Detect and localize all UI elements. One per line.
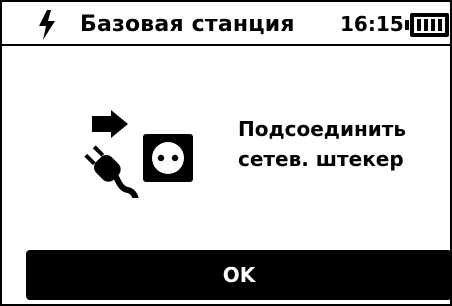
ok-button[interactable]: OK [26, 250, 450, 300]
lightning-bolt-icon [39, 10, 55, 40]
message-line-2: сетев. штекер [238, 147, 404, 171]
base-station-screen: Базовая станция 16:15 Подсоединить сетев… [0, 0, 452, 306]
message-line-1: Подсоединить [238, 117, 407, 141]
power-plug-to-socket-icon [84, 110, 193, 198]
station-title: Базовая станция [80, 12, 295, 37]
status-bar: Базовая станция 16:15 [2, 2, 450, 46]
clock: 16:15 [340, 12, 404, 36]
connect-power-message: Подсоединить сетев. штекер [238, 114, 443, 174]
battery-icon [405, 13, 449, 37]
